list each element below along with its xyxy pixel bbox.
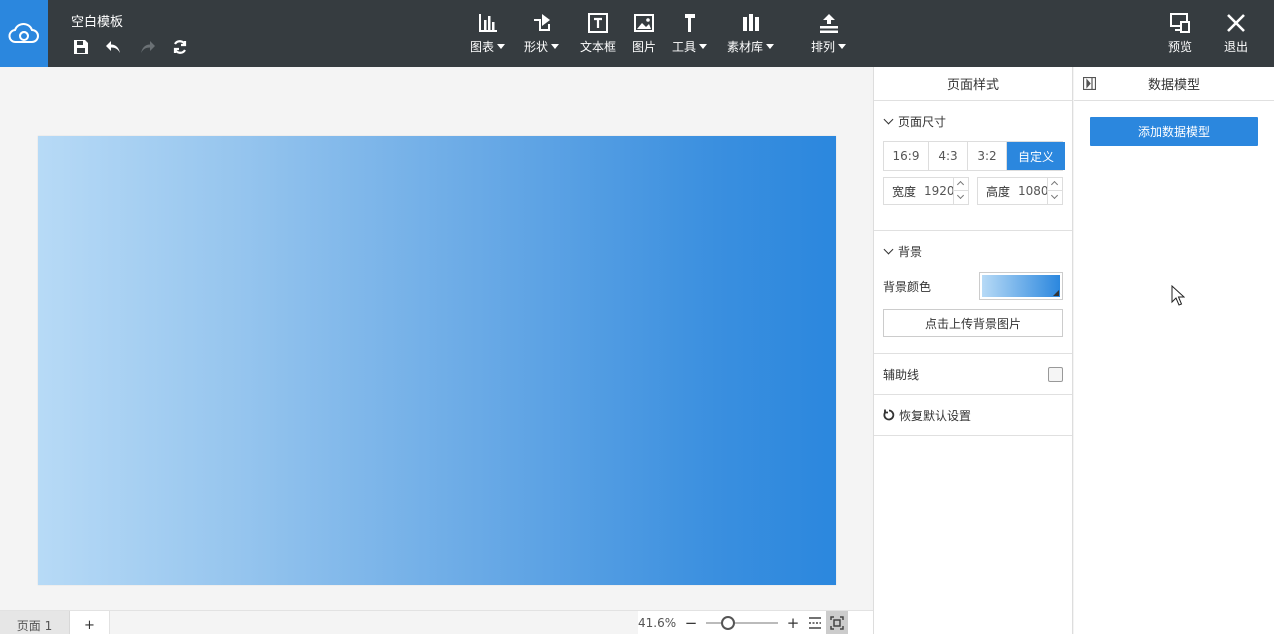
add-data-model-button[interactable]: 添加数据模型 [1090,117,1258,146]
exit-label: 退出 [1224,40,1249,54]
preview-icon [1170,13,1190,33]
chevron-down-icon [838,44,847,49]
page-size-label: 页面尺寸 [898,114,947,129]
background-section: 背景 背景颜色 点击上传背景图片 [874,231,1072,354]
zoom-slider-track [706,622,778,624]
fit-screen-icon[interactable] [826,611,848,634]
assets-menu[interactable]: 素材库 [727,12,775,55]
collapse-panel-icon[interactable] [1083,77,1096,90]
reset-icon [883,409,895,421]
guides-checkbox[interactable] [1048,366,1063,382]
close-icon [1227,14,1245,32]
height-field[interactable]: 高度 1080 [977,177,1063,205]
width-value[interactable]: 1920 [924,184,955,198]
zoom-controls: 41.6% − + [638,611,873,634]
tools-menu[interactable]: 工具 [672,12,708,55]
chevron-down-icon [883,114,894,124]
textbox-icon [588,13,608,33]
ratio-custom[interactable]: 自定义 [1007,142,1065,170]
width-label: 宽度 [892,184,917,199]
assets-menu-label: 素材库 [727,40,764,54]
page-style-panel: 页面样式 页面尺寸 16:9 4:3 3:2 自定义 宽度 1920 高度 10… [873,67,1073,634]
page-artboard[interactable] [38,136,836,585]
upload-background-button[interactable]: 点击上传背景图片 [883,309,1063,337]
shape-icon [533,14,550,31]
width-stepper[interactable] [953,178,968,204]
canvas-workspace[interactable] [0,67,873,610]
chevron-down-icon [551,44,560,49]
data-model-panel: 数据模型 添加数据模型 [1074,67,1274,634]
top-toolbar: 空白模板 图表 形状 文本框 图片 工具 素材库 排列 预览 退出 [0,0,1274,67]
background-header[interactable]: 背景 [883,231,1063,271]
ratio-selector: 16:9 4:3 3:2 自定义 [883,141,1065,171]
zoom-out-button[interactable]: − [680,614,702,632]
page-tab[interactable]: 页面 1 [0,611,70,634]
shape-tool-label: 形状 [524,40,549,54]
assets-library-icon [742,14,759,31]
dropdown-corner-icon [1053,290,1059,296]
chart-tool[interactable]: 图表 [470,12,506,55]
mouse-cursor-icon [1171,285,1185,306]
document-title[interactable]: 空白模板 [71,11,123,30]
fit-width-icon[interactable] [804,611,826,634]
add-page-button[interactable]: + [70,611,110,634]
undo-icon[interactable] [104,37,124,57]
reset-label: 恢复默认设置 [899,408,972,423]
chevron-down-icon [699,44,708,49]
refresh-icon[interactable] [170,37,190,57]
bar-chart-icon [478,14,497,32]
chevron-down-icon [766,44,775,49]
shape-tool[interactable]: 形状 [524,12,560,55]
chevron-down-icon [497,44,506,49]
page-size-header[interactable]: 页面尺寸 [883,101,1063,141]
guides-section: 辅助线 [874,354,1072,395]
color-swatch [982,275,1060,297]
arrange-layers-icon [819,14,838,33]
zoom-slider[interactable] [706,616,778,630]
ratio-3-2[interactable]: 3:2 [968,142,1007,170]
textbox-tool-label: 文本框 [580,40,617,54]
exit-button[interactable]: 退出 [1224,12,1248,55]
guides-label: 辅助线 [883,367,920,382]
tools-menu-label: 工具 [672,40,697,54]
data-model-title: 数据模型 [1147,78,1200,93]
zoom-level: 41.6% [638,616,677,630]
background-color-label: 背景颜色 [883,279,932,294]
page-size-section: 页面尺寸 16:9 4:3 3:2 自定义 宽度 1920 高度 1080 [874,101,1072,231]
width-field[interactable]: 宽度 1920 [883,177,969,205]
save-icon[interactable] [71,37,91,57]
arrange-menu[interactable]: 排列 [811,12,847,55]
arrange-menu-label: 排列 [811,40,836,54]
textbox-tool[interactable]: 文本框 [580,12,616,55]
ratio-4-3[interactable]: 4:3 [929,142,968,170]
cloud-logo-icon[interactable] [0,0,48,67]
redo-icon[interactable] [137,37,157,57]
chevron-down-icon [883,244,894,254]
image-tool[interactable]: 图片 [632,12,656,55]
height-value[interactable]: 1080 [1018,184,1049,198]
reset-section: 恢复默认设置 [874,395,1072,436]
image-icon [634,14,654,32]
background-label: 背景 [898,244,923,259]
ratio-16-9[interactable]: 16:9 [884,142,929,170]
page-bar: 页面 1 + 41.6% − + [0,610,873,634]
page-style-title: 页面样式 [874,67,1072,101]
zoom-in-button[interactable]: + [782,614,804,632]
background-color-picker[interactable] [979,272,1063,300]
zoom-slider-handle[interactable] [720,616,735,630]
image-tool-label: 图片 [632,40,657,54]
preview-button[interactable]: 预览 [1168,12,1192,55]
preview-label: 预览 [1168,40,1193,54]
reset-button[interactable]: 恢复默认设置 [883,395,1063,435]
hammer-icon [684,14,695,32]
chart-tool-label: 图表 [470,40,495,54]
height-label: 高度 [986,184,1011,199]
height-stepper[interactable] [1047,178,1062,204]
